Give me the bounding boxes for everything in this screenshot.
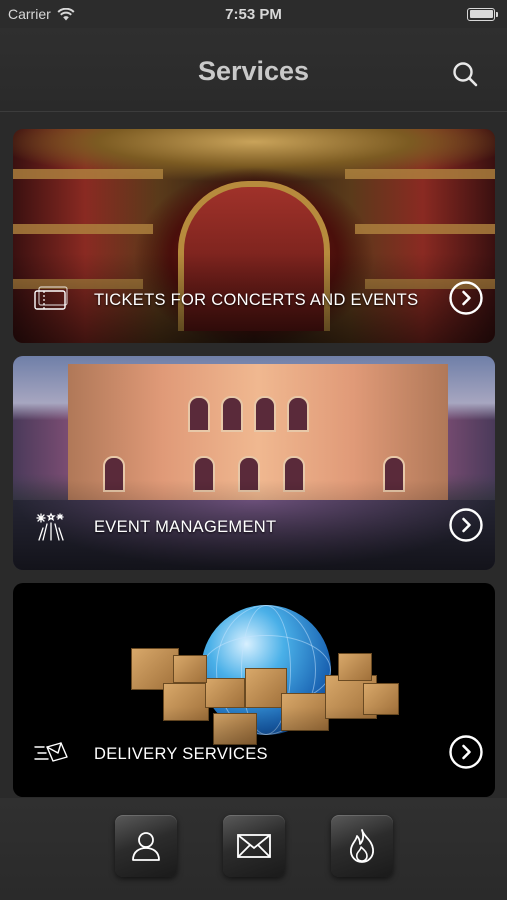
tab-hot[interactable] xyxy=(330,815,393,877)
tab-bar xyxy=(0,798,507,900)
service-label: TICKETS FOR CONCERTS AND EVENTS xyxy=(94,291,419,309)
service-label: DELIVERY SERVICES xyxy=(94,745,268,763)
palace-window xyxy=(254,396,276,432)
carrier-label: Carrier xyxy=(8,6,51,22)
fireworks-icon xyxy=(36,512,64,541)
service-card-delivery[interactable]: DELIVERY SERVICES xyxy=(13,583,495,797)
chevron-right-circle-icon[interactable] xyxy=(449,735,483,769)
service-card-event-management[interactable]: EVENT MANAGEMENT xyxy=(13,356,495,570)
service-card-tickets[interactable]: TICKETS FOR CONCERTS AND EVENTS xyxy=(13,129,495,343)
battery-level xyxy=(469,10,493,18)
ticket-icon xyxy=(34,286,68,310)
chevron-right-circle-icon[interactable] xyxy=(449,281,483,315)
battery-icon xyxy=(467,7,498,21)
status-left: Carrier xyxy=(8,6,75,22)
wifi-icon xyxy=(57,7,75,20)
palace-window xyxy=(287,396,309,432)
search-button[interactable] xyxy=(451,60,479,88)
balcony-right-2 xyxy=(355,224,495,234)
chevron-right-circle-icon[interactable] xyxy=(449,508,483,542)
cardboard-box xyxy=(338,653,372,681)
status-bar: Carrier 7:53 PM xyxy=(0,0,507,28)
envelope-icon xyxy=(236,834,271,858)
balcony-right-1 xyxy=(345,169,495,179)
page-title: Services xyxy=(197,56,310,86)
service-label: EVENT MANAGEMENT xyxy=(94,518,277,536)
search-icon xyxy=(453,62,478,87)
palace-window xyxy=(221,396,243,432)
services-list: TICKETS FOR CONCERTS AND EVENTS EVENT MA… xyxy=(13,129,495,810)
user-icon xyxy=(131,832,160,861)
flame-icon xyxy=(349,829,374,863)
palace-window xyxy=(188,396,210,432)
fast-mail-icon xyxy=(34,742,68,762)
status-time: 7:53 PM xyxy=(225,5,282,23)
tab-profile[interactable] xyxy=(114,815,177,877)
balcony-left-2 xyxy=(13,224,153,234)
nav-bar: Services xyxy=(0,28,507,112)
cardboard-box xyxy=(205,678,245,708)
balcony-left-1 xyxy=(13,169,163,179)
cardboard-box xyxy=(173,655,207,683)
tab-messages[interactable] xyxy=(222,815,285,877)
